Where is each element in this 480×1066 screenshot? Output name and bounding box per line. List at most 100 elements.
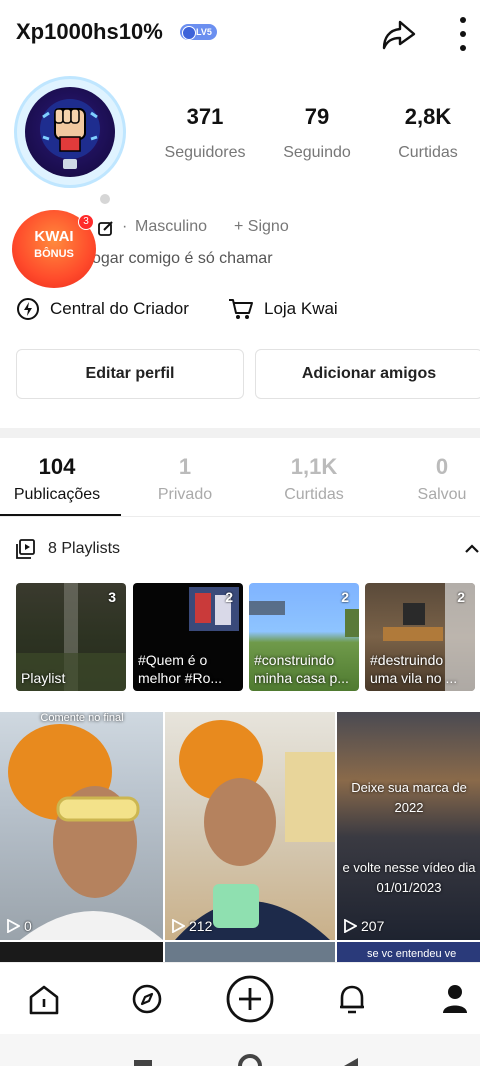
nav-discover[interactable] — [125, 977, 169, 1021]
profile-icon — [443, 985, 467, 1013]
playlist-video-count: 2 — [341, 589, 349, 605]
tab-separator — [0, 516, 480, 517]
play-icon — [7, 919, 20, 933]
video-views: 212 — [171, 918, 212, 934]
recent-apps-button[interactable] — [134, 1060, 152, 1066]
playlist-video-count: 2 — [457, 589, 465, 605]
kwai-bonus-badge[interactable]: KWAI BÔNUS 3 — [12, 210, 96, 288]
username: Xp1000hs10% — [16, 19, 163, 44]
system-navigation-bar — [0, 1034, 480, 1066]
edit-icon[interactable] — [98, 220, 114, 236]
playlist-title: #construindo minha casa p... — [254, 652, 349, 686]
video-overlay-text: se vc entendeu ve — [367, 948, 457, 960]
fist-logo-icon — [40, 99, 100, 169]
add-friends-button[interactable]: Adicionar amigos — [255, 349, 480, 399]
share-icon — [382, 20, 416, 50]
gender-label: Masculino — [135, 218, 208, 235]
kwai-store-link[interactable]: Loja Kwai — [228, 296, 338, 322]
home-icon — [29, 985, 59, 1015]
playlist-title: Playlist — [21, 670, 66, 686]
sign-button[interactable]: + Signo — [234, 218, 289, 236]
followers-stat[interactable]: 371 Seguidores — [150, 104, 260, 162]
video-thumbnail[interactable]: se vc entendeu ve — [337, 942, 480, 962]
back-button[interactable] — [344, 1058, 358, 1066]
playlist-card[interactable]: 2 #Quem é o melhor #Ro... — [133, 583, 243, 691]
likes-count: 2,8K — [404, 104, 452, 129]
edit-profile-button[interactable]: Editar perfil — [16, 349, 244, 399]
section-divider — [0, 428, 480, 438]
following-count: 79 — [304, 104, 330, 129]
following-label: Seguindo — [283, 144, 351, 161]
publications-count: 104 — [38, 454, 76, 479]
private-label: Privado — [157, 486, 213, 503]
kwai-bonus-line2: BÔNUS — [34, 248, 74, 260]
video-thumbnail[interactable]: 212 — [165, 712, 335, 940]
video-thumbnail[interactable]: Comente no final 0 — [0, 712, 163, 940]
nav-home[interactable] — [22, 977, 66, 1021]
plus-circle-icon — [226, 975, 274, 1023]
play-icon — [344, 919, 357, 933]
video-overlay-line: 01/01/2023 — [376, 880, 442, 895]
video-views-count: 207 — [361, 918, 385, 934]
playlist-card[interactable]: 2 #destruindo uma vila no ... — [365, 583, 475, 691]
playlists-count-label: 8 Playlists — [48, 540, 121, 557]
compass-icon — [132, 984, 162, 1014]
home-system-button[interactable] — [238, 1054, 262, 1066]
playlist-icon — [16, 539, 35, 559]
private-count: 1 — [178, 454, 192, 479]
video-overlay-line: e volte nesse vídeo dia — [342, 860, 476, 875]
playlist-card[interactable]: 3 Playlist — [16, 583, 126, 691]
tab-saved[interactable]: 0 Salvou — [382, 454, 480, 504]
saved-count: 0 — [435, 454, 449, 479]
saved-label: Salvou — [417, 486, 467, 503]
kwai-store-label: Loja Kwai — [264, 299, 338, 318]
more-vertical-icon — [460, 17, 466, 51]
online-status-dot — [98, 192, 112, 206]
nav-notifications[interactable] — [330, 977, 374, 1021]
video-overlay-line: Deixe sua marca de — [351, 780, 467, 795]
liked-label: Curtidas — [284, 486, 344, 503]
video-overlay-text: Comente no final — [40, 712, 124, 724]
video-frame — [175, 720, 335, 940]
video-thumbnail[interactable] — [165, 942, 335, 962]
followers-count: 371 — [186, 104, 224, 129]
nav-create[interactable] — [225, 974, 275, 1024]
tab-likes[interactable]: 1,1K Curtidas — [254, 454, 374, 504]
video-overlay-line: 2022 — [394, 800, 424, 815]
collapse-button[interactable] — [462, 538, 480, 560]
creator-center-label: Central do Criador — [50, 299, 189, 318]
video-thumbnail[interactable]: Deixe sua marca de 2022 e volte nesse ví… — [337, 712, 480, 940]
avatar[interactable] — [14, 76, 126, 188]
nav-profile[interactable] — [433, 977, 477, 1021]
video-views-count: 212 — [189, 918, 213, 934]
more-options-button[interactable] — [452, 14, 474, 54]
notification-badge: 3 — [78, 214, 94, 230]
video-thumbnail[interactable] — [0, 942, 163, 962]
playlist-card[interactable]: 2 #construindo minha casa p... — [249, 583, 359, 691]
playlist-video-count: 2 — [225, 589, 233, 605]
tab-private[interactable]: 1 Privado — [125, 454, 245, 504]
playlist-video-count: 3 — [108, 589, 116, 605]
chevron-up-icon — [465, 544, 479, 553]
tab-publications[interactable]: 104 Publicações — [0, 454, 117, 504]
kwai-bonus-line1: KWAI — [34, 228, 74, 245]
bio-text: ogar comigo é só chamar — [92, 250, 273, 267]
playlist-title: #Quem é o melhor #Ro... — [138, 652, 223, 686]
following-stat[interactable]: 79 Seguindo — [262, 104, 372, 162]
likes-label: Curtidas — [398, 144, 458, 161]
bottom-navigation — [0, 962, 480, 1034]
likes-stat[interactable]: 2,8K Curtidas — [373, 104, 480, 162]
playlist-title: #destruindo uma vila no ... — [370, 652, 458, 686]
avatar-image — [25, 87, 115, 177]
share-button[interactable] — [378, 14, 418, 54]
video-views-count: 0 — [24, 918, 32, 934]
lightning-icon — [17, 298, 39, 320]
publications-label: Publicações — [13, 486, 101, 503]
creator-center-link[interactable]: Central do Criador — [16, 296, 189, 322]
video-frame — [8, 724, 163, 940]
meta-dot: · — [122, 218, 128, 235]
play-icon — [172, 919, 185, 933]
profile-header: Xp1000hs10% LV5 — [0, 0, 480, 66]
shopping-cart-icon — [229, 299, 253, 319]
playlists-header[interactable]: 8 Playlists — [16, 538, 120, 560]
